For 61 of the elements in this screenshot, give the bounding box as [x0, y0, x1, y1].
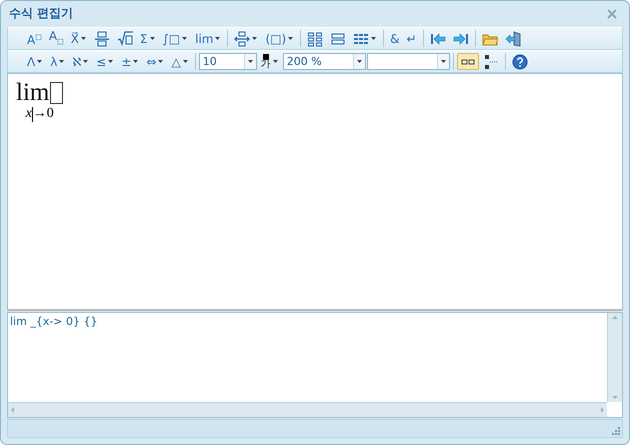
help-icon — [512, 54, 528, 70]
tab-right-icon — [452, 30, 469, 46]
symbol-button[interactable]: ℵ — [69, 53, 92, 70]
symbol-button[interactable]: X⃗ — [68, 30, 90, 47]
vertical-scrollbar[interactable] — [607, 313, 622, 402]
caret-icon — [370, 35, 378, 42]
caret-icon — [132, 58, 140, 65]
symbol-button[interactable]: ± — [118, 53, 142, 70]
resize-grip-icon — [610, 425, 620, 435]
symbol-button[interactable]: A$_{□}$ — [46, 30, 67, 47]
down-arrow-icon — [610, 393, 620, 402]
toggle-button[interactable] — [456, 53, 479, 70]
text-cursor — [32, 106, 33, 122]
caret-icon — [36, 58, 44, 65]
stacked-layout-icon — [482, 54, 499, 70]
symbol-button[interactable]: lim — [192, 30, 224, 47]
caret-icon — [107, 58, 114, 65]
up-arrow-icon — [610, 313, 620, 322]
caret-icon — [356, 58, 363, 65]
symbol-button[interactable]: & — [387, 30, 403, 47]
symbol-button[interactable]: Λ — [24, 53, 46, 70]
tab-left-icon — [430, 30, 446, 46]
caret-icon — [182, 58, 189, 65]
symbol-button[interactable]: ≤ — [93, 53, 118, 70]
caret-icon — [251, 35, 258, 42]
symbol-button[interactable]: ↵ — [404, 30, 420, 47]
symbol-button[interactable]: △ — [168, 53, 192, 70]
limit-target: →0 — [32, 106, 54, 122]
caret-icon — [214, 35, 222, 42]
right-arrow-icon — [598, 405, 607, 415]
matrix-icon — [307, 30, 324, 46]
lines-icon — [330, 30, 346, 46]
limit-operator: lim — [16, 80, 50, 106]
caret-icon — [440, 58, 447, 65]
limit-variable: x — [26, 106, 32, 122]
symbol-button[interactable]: ∫□ — [160, 30, 192, 47]
color-button[interactable]: 가 — [258, 53, 282, 70]
symbol-button[interactable]: Σ — [136, 30, 159, 47]
root-icon — [116, 30, 133, 46]
caret-icon — [181, 35, 188, 42]
symbol-button[interactable]: ⇔ — [143, 53, 168, 70]
caret-icon — [148, 35, 156, 42]
exit-icon — [504, 30, 521, 46]
caret-icon — [272, 58, 279, 65]
horizontal-scrollbar[interactable] — [8, 402, 607, 417]
combo-box[interactable]: 200 % — [282, 53, 366, 70]
symbol-button[interactable]: A$^{□}$ — [24, 30, 45, 47]
caret-icon — [82, 58, 90, 65]
placeholder-box[interactable] — [50, 82, 64, 104]
symbol-button[interactable]: (□) — [262, 30, 298, 47]
combo-box[interactable]: 10 — [198, 53, 257, 70]
caret-icon — [80, 35, 87, 42]
caret-icon — [246, 58, 254, 65]
caret-icon — [58, 58, 66, 65]
close-icon — [605, 6, 619, 20]
caret-icon — [287, 35, 294, 42]
arrow-row-icon — [234, 30, 250, 46]
symbol-button[interactable]: λ — [47, 53, 68, 70]
fraction-icon — [94, 30, 110, 46]
caret-icon — [157, 58, 164, 65]
window-title: 수식 편집기 — [9, 5, 74, 22]
